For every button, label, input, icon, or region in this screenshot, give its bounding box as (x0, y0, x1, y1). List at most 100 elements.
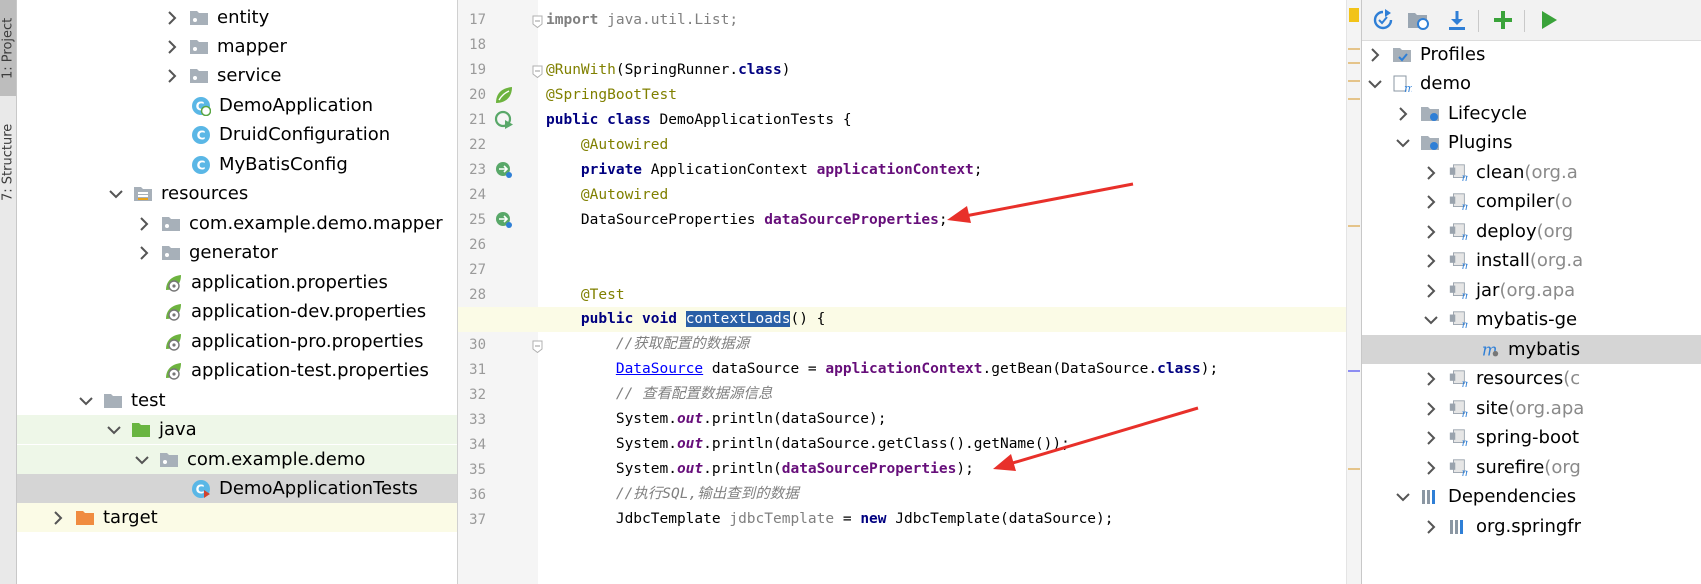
structure-tool-tab[interactable]: 7: Structure (0, 112, 16, 212)
tree-item-entity[interactable]: entity (17, 3, 457, 32)
tree-item-java[interactable]: java (17, 415, 457, 444)
chevron-right-icon[interactable] (165, 10, 179, 25)
reload-icon[interactable] (1370, 7, 1396, 33)
tree-item-druidconfiguration[interactable]: C DruidConfiguration (17, 120, 457, 149)
tree-item-demoapplication[interactable]: C DemoApplication (17, 91, 457, 120)
tree-item-mybatisconfig[interactable]: C MyBatisConfig (17, 150, 457, 179)
add-icon[interactable] (1490, 7, 1516, 33)
maven-item-groupid: (org.apa (1499, 280, 1576, 301)
tree-item-label: application.properties (191, 272, 388, 293)
tree-item-label: DemoApplication (219, 95, 374, 116)
tree-item-mapper[interactable]: mapper (17, 32, 457, 61)
chevron-right-icon[interactable] (1424, 194, 1438, 209)
tree-item-label: com.example.demo (187, 449, 366, 470)
lifecycle-icon (1420, 105, 1440, 123)
spring-boot-class-icon: C (191, 96, 211, 116)
tree-item-application-test-properties[interactable]: application-test.properties (17, 356, 457, 385)
scroll-mark (1348, 98, 1360, 100)
scroll-mark (1348, 80, 1360, 82)
maven-item-org-springfr[interactable]: org.springfr (1362, 512, 1701, 541)
maven-item-plugins[interactable]: Plugins (1362, 128, 1701, 157)
chevron-right-icon[interactable] (137, 245, 151, 260)
tree-item-application-dev-properties[interactable]: application-dev.properties (17, 297, 457, 326)
tree-item-generator[interactable]: generator (17, 238, 457, 267)
project-tool-tab[interactable]: 1: Project (0, 0, 16, 96)
maven-item-deploy[interactable]: mdeploy (org (1362, 217, 1701, 246)
maven-item-groupid: (o (1554, 191, 1573, 212)
maven-item-groupid: (org (1536, 221, 1574, 242)
code-editor[interactable]: 1718192021222324252627282930313233343536… (457, 0, 1361, 584)
tree-item-service[interactable]: service (17, 61, 457, 90)
maven-item-install[interactable]: m install (org.a (1362, 246, 1701, 275)
chevron-down-icon[interactable] (107, 425, 121, 435)
scroll-mark (1348, 62, 1360, 64)
download-icon[interactable] (1444, 7, 1470, 33)
chevron-right-icon[interactable] (1424, 430, 1438, 445)
maven-item-groupid: (org.apa (1508, 398, 1585, 419)
chevron-down-icon[interactable] (135, 455, 149, 465)
package-icon (189, 9, 209, 27)
maven-item-groupid: (c (1563, 368, 1581, 389)
warning-indicator-icon[interactable] (1349, 8, 1359, 22)
tree-item-test[interactable]: test (17, 386, 457, 415)
chevron-down-icon[interactable] (1368, 79, 1382, 89)
annotation-arrows (947, 182, 1199, 471)
chevron-right-icon[interactable] (1424, 460, 1438, 475)
chevron-down-icon[interactable] (109, 189, 123, 199)
chevron-right-icon[interactable] (1424, 165, 1438, 180)
chevron-right-icon[interactable] (165, 39, 179, 54)
chevron-right-icon[interactable] (137, 216, 151, 231)
plugins-folder-icon (1420, 134, 1440, 152)
chevron-down-icon[interactable] (1424, 315, 1438, 325)
generate-sources-icon[interactable] (1406, 7, 1432, 33)
scroll-mark (1348, 48, 1360, 50)
tree-item-resources[interactable]: resources (17, 179, 457, 208)
tree-item-label: resources (161, 183, 249, 204)
chevron-right-icon[interactable] (1424, 283, 1438, 298)
chevron-right-icon[interactable] (1424, 371, 1438, 386)
maven-project-icon: m (1392, 75, 1412, 93)
tree-item-application-properties[interactable]: application.properties (17, 268, 457, 297)
chevron-down-icon[interactable] (1396, 138, 1410, 148)
chevron-right-icon[interactable] (1424, 224, 1438, 239)
chevron-right-icon[interactable] (1368, 47, 1382, 62)
maven-item-surefire[interactable]: m surefire (org (1362, 453, 1701, 482)
tree-item-label: entity (217, 7, 270, 28)
maven-item-lifecycle[interactable]: Lifecycle (1362, 99, 1701, 128)
tree-item-label: application-pro.properties (191, 331, 424, 352)
svg-text:m: m (1462, 232, 1468, 242)
chevron-right-icon[interactable] (1396, 106, 1410, 121)
maven-item-clean[interactable]: mclean (org.a (1362, 158, 1701, 187)
chevron-right-icon[interactable] (51, 510, 65, 525)
maven-item-mybatis-ge[interactable]: m mybatis-ge (1362, 305, 1701, 334)
tree-item-application-pro-properties[interactable]: application-pro.properties (17, 327, 457, 356)
maven-item-dependencies[interactable]: Dependencies (1362, 482, 1701, 511)
svg-text:m: m (1462, 261, 1468, 271)
maven-item-profiles[interactable]: Profiles (1362, 40, 1701, 69)
maven-toolbar (1362, 0, 1701, 41)
maven-item-groupid: (org.a (1529, 250, 1584, 271)
chevron-down-icon[interactable] (79, 396, 93, 406)
run-icon[interactable] (1536, 7, 1562, 33)
chevron-right-icon[interactable] (1424, 253, 1438, 268)
editor-scrollbar[interactable] (1346, 0, 1361, 584)
chevron-right-icon[interactable] (1424, 401, 1438, 416)
maven-item-label: clean (1476, 162, 1525, 183)
chevron-right-icon[interactable] (1424, 519, 1438, 534)
tree-item-target[interactable]: target (17, 503, 457, 532)
tree-item-com-example-demo-mapper[interactable]: com.example.demo.mapper (17, 209, 457, 238)
maven-item-site[interactable]: msite (org.apa (1362, 394, 1701, 423)
chevron-down-icon[interactable] (1396, 492, 1410, 502)
maven-item-compiler[interactable]: m compiler (o (1362, 187, 1701, 216)
maven-item-mybatis[interactable]: m mybatis (1362, 335, 1701, 364)
tree-item-demoapplicationtests[interactable]: C DemoApplicationTests (17, 474, 457, 503)
maven-item-demo[interactable]: mdemo (1362, 69, 1701, 98)
maven-item-spring-boot[interactable]: m spring-boot (1362, 423, 1701, 452)
maven-item-label: resources (1476, 368, 1564, 389)
chevron-right-icon[interactable] (165, 68, 179, 83)
class-icon: C (191, 155, 211, 174)
svg-text:m: m (1462, 409, 1468, 419)
tree-item-com-example-demo[interactable]: com.example.demo (17, 445, 457, 474)
maven-item-resources[interactable]: m resources (c (1362, 364, 1701, 393)
maven-item-jar[interactable]: mjar (org.apa (1362, 276, 1701, 305)
